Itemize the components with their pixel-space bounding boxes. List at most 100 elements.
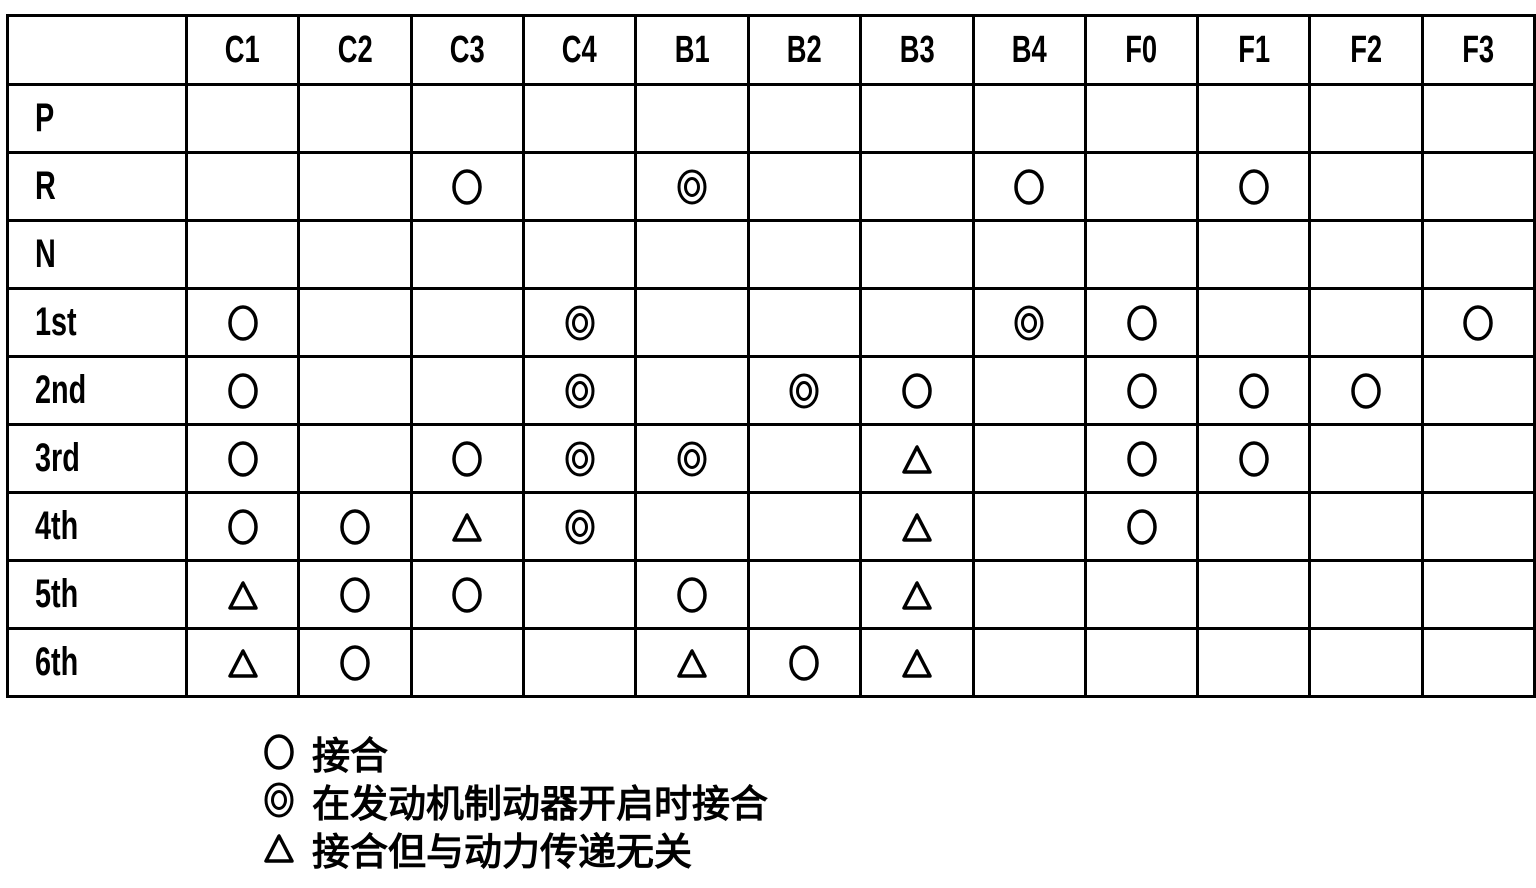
table-cell [971, 559, 1087, 630]
table-cell [184, 491, 301, 562]
table-cell [971, 627, 1087, 698]
column-header-label: B4 [1011, 28, 1047, 71]
row-header: 1st [6, 287, 188, 358]
table-row: 2nd [6, 355, 1536, 426]
circle-icon [1125, 303, 1159, 343]
table-cell [746, 151, 863, 222]
table-cell [184, 219, 301, 290]
double-circle-icon [563, 303, 597, 343]
column-header-label: F1 [1237, 28, 1270, 71]
table-cell [297, 83, 413, 154]
triangle-icon [675, 643, 709, 683]
table-cell [746, 355, 863, 426]
double-circle-icon [262, 780, 296, 820]
row-header: P [6, 83, 188, 154]
table-cell [1308, 491, 1424, 562]
table-cell [1308, 219, 1424, 290]
table-cell [746, 491, 863, 562]
table-cell [1308, 287, 1424, 358]
table-cell [1420, 83, 1536, 154]
triangle-icon [226, 575, 260, 615]
double-circle-icon [675, 167, 709, 207]
table-cell [746, 83, 863, 154]
column-header: F2 [1308, 14, 1424, 86]
table-cell [1083, 355, 1200, 426]
double-circle-icon [675, 439, 709, 479]
legend-item: 在发动机制动器开启时接合 [262, 776, 768, 826]
column-header: C3 [409, 14, 526, 86]
circle-icon [1125, 507, 1159, 547]
circle-icon [450, 439, 484, 479]
table-cell [297, 355, 413, 426]
circle-icon [1237, 167, 1271, 207]
table-cell [971, 491, 1087, 562]
row-header-label: 4th [35, 504, 79, 548]
table-cell [1083, 627, 1200, 698]
column-header-label: F0 [1125, 28, 1158, 71]
row-header: 6th [6, 627, 188, 698]
table-cell [1420, 423, 1536, 494]
table-cell [1083, 423, 1200, 494]
table-cell [634, 287, 750, 358]
table-cell [1308, 559, 1424, 630]
table-cell [522, 423, 638, 494]
circle-icon [1237, 371, 1271, 411]
table-cell [409, 559, 526, 630]
column-header: F3 [1420, 14, 1536, 86]
engagement-table: C1 C2 C3 C4 B1 B2 B3 B4 F0 F1 F2 F3 P R N 1st 2nd 3rd 4th… [6, 14, 1536, 698]
table-cell [859, 83, 975, 154]
row-header: N [6, 219, 188, 290]
table-row: N [6, 219, 1536, 290]
row-header-label: 2nd [35, 368, 87, 412]
table-cell [971, 151, 1087, 222]
column-header-label: C4 [562, 28, 598, 71]
row-header: 4th [6, 491, 188, 562]
table-cell [1083, 83, 1200, 154]
table-cell [409, 423, 526, 494]
row-header: 2nd [6, 355, 188, 426]
table-cell [1196, 287, 1312, 358]
table-cell [634, 219, 750, 290]
table-row: 4th [6, 491, 1536, 562]
table-cell [1196, 627, 1312, 698]
circle-icon [1237, 439, 1271, 479]
row-header-label: 3rd [35, 436, 80, 480]
table-cell [409, 287, 526, 358]
table-cell [1420, 627, 1536, 698]
table-cell [859, 219, 975, 290]
row-header: 3rd [6, 423, 188, 494]
triangle-icon [900, 575, 934, 615]
column-header: B3 [859, 14, 975, 86]
table-cell [971, 219, 1087, 290]
table-cell [409, 151, 526, 222]
table-cell [297, 559, 413, 630]
table-cell [859, 355, 975, 426]
table-cell [634, 627, 750, 698]
table-cell [184, 559, 301, 630]
table-cell [297, 219, 413, 290]
table-cell [409, 219, 526, 290]
column-header: B4 [971, 14, 1087, 86]
table-cell [971, 355, 1087, 426]
table-cell [409, 627, 526, 698]
legend: 接合 在发动机制动器开启时接合 接合但与动力传递无关 [262, 728, 768, 874]
table-row: R [6, 151, 1536, 222]
legend-text: 在发动机制动器开启时接合 [312, 783, 769, 826]
row-header-label: 5th [35, 572, 79, 616]
table-cell [1308, 83, 1424, 154]
table-cell [1083, 151, 1200, 222]
table-row: 1st [6, 287, 1536, 358]
table-cell [1196, 219, 1312, 290]
table-cell [522, 355, 638, 426]
table-cell [297, 151, 413, 222]
table-cell [1196, 423, 1312, 494]
column-header: F0 [1083, 14, 1200, 86]
table-cell [1308, 627, 1424, 698]
triangle-icon [900, 507, 934, 547]
triangle-icon [226, 643, 260, 683]
column-header-label: F3 [1462, 28, 1495, 71]
table-cell [746, 627, 863, 698]
column-header: B2 [746, 14, 863, 86]
circle-icon [1461, 303, 1495, 343]
column-header-label: C3 [449, 28, 485, 71]
